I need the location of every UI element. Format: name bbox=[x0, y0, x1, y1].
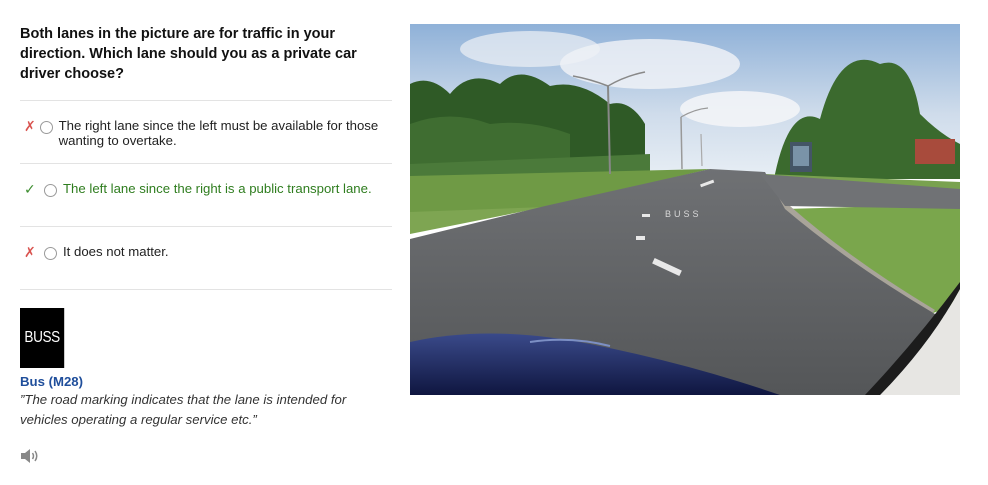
wrong-mark-icon: ✗ bbox=[24, 118, 36, 134]
answer-option-3[interactable]: ✗ It does not matter. bbox=[20, 227, 392, 290]
sign-explanation: BUSS Bus (M28) ”The road marking indicat… bbox=[20, 308, 392, 464]
road-photo: BUSS bbox=[410, 24, 960, 395]
answer-option-text[interactable]: The left lane since the right is a publi… bbox=[63, 181, 372, 196]
question-panel: Both lanes in the picture are for traffi… bbox=[20, 24, 392, 464]
correct-mark-icon: ✓ bbox=[24, 181, 36, 197]
answer-option-text[interactable]: It does not matter. bbox=[63, 244, 169, 259]
sign-description: ”The road marking indicates that the lan… bbox=[20, 392, 347, 427]
answer-options: ✗ The right lane since the left must be … bbox=[20, 100, 392, 290]
radio-button[interactable] bbox=[39, 121, 53, 134]
answer-option-2[interactable]: ✓ The left lane since the right is a pub… bbox=[20, 164, 392, 227]
bus-sign-image: BUSS bbox=[20, 308, 65, 368]
sign-image-text: BUSS bbox=[24, 329, 60, 346]
sign-title: Bus (M28) bbox=[20, 374, 84, 389]
wrong-mark-icon: ✗ bbox=[24, 244, 36, 260]
question-text: Both lanes in the picture are for traffi… bbox=[20, 26, 357, 82]
speaker-icon[interactable] bbox=[20, 448, 40, 464]
answer-option-1[interactable]: ✗ The right lane since the left must be … bbox=[20, 101, 392, 164]
answer-option-text[interactable]: The right lane since the left must be av… bbox=[59, 118, 392, 148]
radio-button[interactable] bbox=[44, 247, 57, 260]
radio-button[interactable] bbox=[44, 184, 57, 197]
road-marking-text: BUSS bbox=[665, 209, 702, 219]
